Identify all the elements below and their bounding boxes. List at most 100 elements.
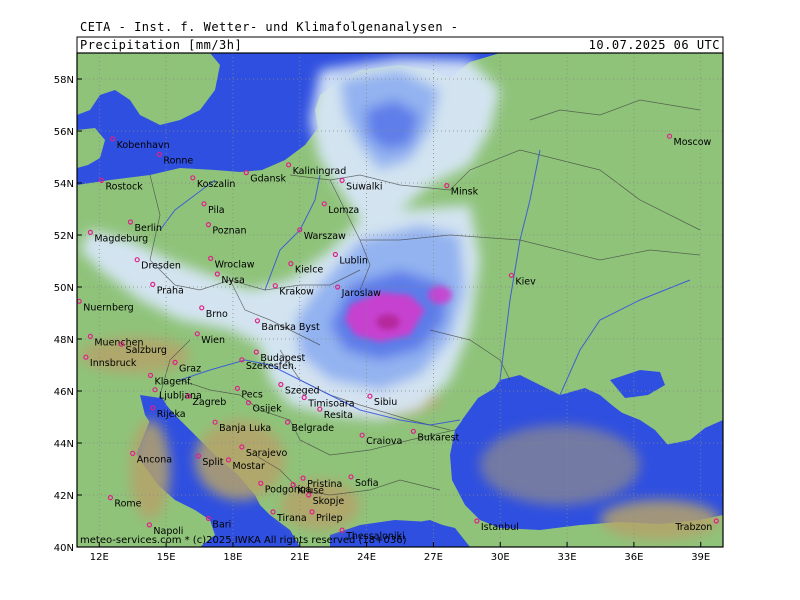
city-label: Craiova — [366, 436, 402, 447]
city-poznan: Poznan — [205, 222, 246, 237]
city-label: Koszalin — [197, 179, 236, 190]
lon-tick-label: 33E — [558, 552, 577, 563]
city-szekesfeh-: Szekesfeh. — [239, 357, 297, 372]
city-label: Tirana — [276, 513, 307, 524]
city-dresden: Dresden — [134, 257, 181, 272]
city-label: Podgorica — [265, 484, 312, 495]
city-label: Minsk — [451, 187, 479, 198]
city-label: Brno — [206, 309, 228, 320]
city-label: Ancona — [137, 454, 172, 465]
city-label: Bukarest — [417, 432, 459, 443]
city-ancona: Ancona — [130, 450, 172, 465]
city-label: Warszaw — [304, 231, 346, 242]
city-label: Moscow — [674, 137, 712, 148]
city-label: Timisoara — [307, 399, 354, 410]
city-istanbul: Istanbul — [474, 518, 519, 533]
city-label: Bari — [212, 519, 231, 530]
precipitation-map: Kobenhavn Ronne Rostock Koszalin Gdansk Kalin… — [54, 36, 724, 563]
city-rostock: Rostock — [98, 177, 144, 192]
city-label: Poznan — [212, 226, 246, 237]
city-label: Kielce — [295, 265, 324, 276]
lon-tick-label: 21E — [290, 552, 309, 563]
city-kielce: Kielce — [288, 261, 324, 276]
city-label: Nysa — [221, 275, 245, 286]
city-label: Kobenhavn — [117, 140, 170, 151]
city-craiova: Craiova — [359, 432, 402, 447]
city-label: Banska Byst — [261, 322, 320, 333]
city-lomza: Lomza — [321, 201, 359, 216]
city-podgorica: Podgorica — [258, 480, 312, 495]
city-trabzon: Trabzon — [674, 518, 719, 533]
lon-tick-label: 27E — [424, 552, 443, 563]
city-label: Pila — [208, 205, 225, 216]
city-rijeka: Rijeka — [150, 405, 186, 420]
city-label: Ronne — [163, 155, 193, 166]
city-zagreb: Zagreb — [185, 393, 226, 408]
city-moscow: Moscow — [666, 133, 712, 148]
city-label: Wroclaw — [215, 259, 255, 270]
city-label: Kaliningrad — [293, 166, 347, 177]
city-lublin: Lublin — [332, 251, 368, 267]
city-label: Resita — [324, 410, 353, 421]
city-label: Osijek — [253, 404, 283, 415]
city-label: Kiev — [515, 276, 536, 287]
city-banja-luka: Banja Luka — [212, 419, 271, 434]
lon-tick-label: 36E — [624, 552, 643, 563]
city-label: Nuernberg — [83, 302, 133, 313]
city-label: Jaroslaw — [341, 288, 382, 299]
city-label: Rostock — [106, 181, 144, 192]
city-label: Mostar — [232, 461, 265, 472]
city-klagenf-: Klagenf. — [147, 372, 193, 387]
city-label: Salzburg — [126, 345, 167, 356]
city-label: Sarajevo — [246, 448, 288, 459]
city-osijek: Osijek — [245, 400, 283, 415]
lat-tick-label: 42N — [54, 491, 74, 502]
city-label: Innsbruck — [90, 358, 137, 369]
lon-tick-label: 30E — [491, 552, 510, 563]
city-gdansk: Gdansk — [243, 170, 286, 185]
city-banska-byst: Banska Byst — [254, 318, 320, 333]
city-label: Skopje — [313, 496, 345, 507]
lat-tick-label: 44N — [54, 439, 74, 450]
city-label: Magdeburg — [94, 233, 148, 244]
city-salzburg: Salzburg — [118, 341, 167, 356]
city-ronne: Ronne — [156, 151, 193, 166]
city-tirana: Tirana — [270, 509, 307, 524]
city-minsk: Minsk — [444, 183, 479, 198]
city-bukarest: Bukarest — [410, 428, 460, 443]
city-label: Rome — [114, 499, 141, 510]
city-label: Banja Luka — [219, 423, 271, 434]
header-box — [76, 36, 724, 54]
city-wroclaw: Wroclaw — [208, 255, 255, 270]
city-timisoara: Timisoara — [301, 394, 355, 410]
city-sarajevo: Sarajevo — [239, 444, 288, 459]
city-label: Klagenf. — [155, 376, 193, 387]
lat-tick-label: 52N — [54, 231, 74, 242]
city-label: Dresden — [141, 261, 181, 272]
city-nuernberg: Nuernberg — [77, 298, 134, 313]
lat-tick-label: 58N — [54, 75, 74, 86]
city-label: Belgrade — [292, 423, 335, 434]
city-kobenhavn: Kobenhavn — [110, 136, 170, 151]
city-label: Krakow — [279, 287, 314, 298]
city-label: Istanbul — [481, 522, 519, 533]
city-label: Rijeka — [157, 409, 186, 420]
city-skopje: Skopje — [306, 492, 345, 507]
city-resita: Resita — [317, 406, 353, 421]
city-label: Prilep — [316, 513, 343, 524]
city-berlin: Berlin — [127, 219, 162, 234]
lon-tick-label: 39E — [691, 552, 710, 563]
city-label: Split — [202, 457, 223, 468]
city-label: Berlin — [134, 223, 162, 234]
city-label: Gdansk — [250, 174, 286, 185]
city-krakow: Krakow — [272, 283, 314, 298]
city-label: Pecs — [241, 389, 262, 400]
lon-tick-label: 24E — [357, 552, 376, 563]
city-label: Sofia — [355, 478, 379, 489]
city-label: Suwalki — [346, 181, 382, 192]
lon-tick-label: 15E — [157, 552, 176, 563]
lat-tick-label: 50N — [54, 283, 74, 294]
city-szeged: Szeged — [278, 381, 320, 397]
city-label: Zagreb — [192, 397, 226, 408]
city-label: Sibiu — [374, 397, 397, 408]
